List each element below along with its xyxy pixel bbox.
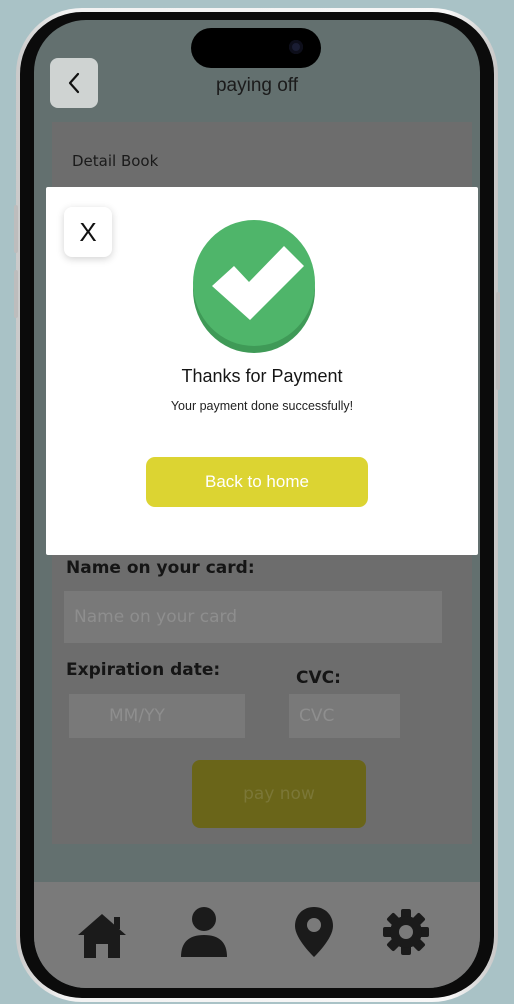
detail-book-title: Detail Book xyxy=(72,152,159,170)
volume-button xyxy=(14,270,18,318)
phone-screen: paying off Detail Book Name on your card… xyxy=(34,20,480,988)
gear-icon xyxy=(383,909,429,955)
cvc-label: CVC: xyxy=(296,668,341,688)
dynamic-island xyxy=(191,28,321,68)
location-pin-icon xyxy=(295,907,333,957)
expiry-label: Expiration date: xyxy=(66,660,221,680)
modal-title: Thanks for Payment xyxy=(181,366,343,386)
back-to-home-button[interactable]: Back to home xyxy=(146,457,368,507)
user-icon xyxy=(181,907,227,957)
nav-profile[interactable] xyxy=(176,904,232,960)
nav-location[interactable] xyxy=(286,904,342,960)
close-button[interactable]: X xyxy=(64,207,112,257)
expiry-input[interactable] xyxy=(69,694,245,738)
page-title: paying off xyxy=(215,75,299,96)
modal-subtitle: Your payment done successfully! xyxy=(170,399,354,413)
home-icon xyxy=(78,914,126,958)
bottom-nav xyxy=(34,882,480,988)
check-circle-icon xyxy=(193,220,315,353)
volume-button xyxy=(14,205,18,253)
payment-success-modal: X Thanks for Payment Your payment done s… xyxy=(46,187,478,555)
camera-icon xyxy=(289,40,303,54)
nav-settings[interactable] xyxy=(378,904,434,960)
pay-now-button[interactable]: pay now xyxy=(192,760,366,828)
power-button xyxy=(496,292,500,390)
nav-home[interactable] xyxy=(74,908,130,964)
card-name-input[interactable] xyxy=(64,591,442,643)
card-name-label: Name on your card: xyxy=(66,558,255,578)
cvc-input[interactable] xyxy=(289,694,400,738)
